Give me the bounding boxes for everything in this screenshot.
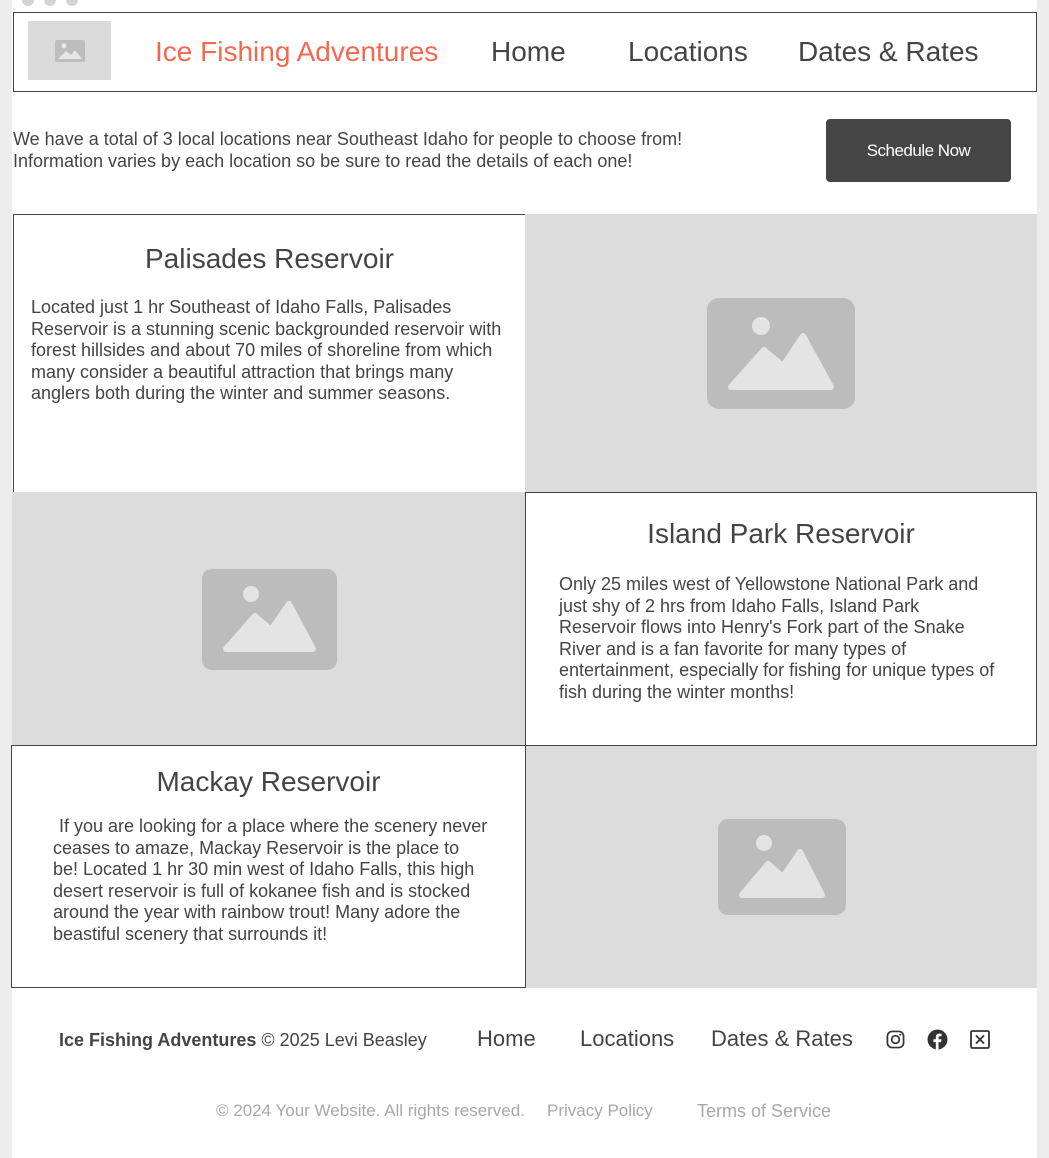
schedule-now-button[interactable]: Schedule Now [826, 119, 1011, 182]
image-icon [717, 819, 846, 915]
location-image-palisades [525, 214, 1037, 493]
location-title: Palisades Reservoir [145, 243, 394, 274]
image-icon [54, 39, 85, 62]
intro-line-2: Information varies by each location so b… [13, 151, 633, 171]
nav-dates-rates[interactable]: Dates & Rates [798, 36, 979, 68]
location-card-palisades: Palisades Reservoir Located just 1 hr So… [13, 214, 526, 493]
location-image-mackay [526, 746, 1037, 988]
nav-locations[interactable]: Locations [628, 36, 748, 68]
image-icon [707, 298, 855, 409]
location-image-island-park [12, 492, 526, 746]
window-dots [22, 0, 78, 6]
location-title: Island Park Reservoir [647, 518, 915, 549]
location-card-mackay: Mackay Reservoir If you are looking for … [11, 745, 526, 988]
location-card-island-park: Island Park Reservoir Only 25 miles west… [525, 492, 1037, 746]
intro-line-1: We have a total of 3 local locations nea… [13, 129, 683, 149]
site-header: Ice Fishing Adventures Home Locations Da… [13, 12, 1037, 92]
intro-text: We have a total of 3 local locations nea… [13, 128, 773, 172]
footer-nav-locations[interactable]: Locations [580, 1026, 674, 1052]
location-description: Located just 1 hr Southeast of Idaho Fal… [31, 297, 502, 403]
privacy-policy-link[interactable]: Privacy Policy [547, 1101, 653, 1121]
image-icon [201, 568, 337, 670]
location-description: If you are looking for a place where the… [53, 816, 488, 944]
terms-of-service-link[interactable]: Terms of Service [697, 1101, 831, 1122]
location-title: Mackay Reservoir [156, 766, 381, 797]
x-icon[interactable] [969, 1028, 991, 1050]
footer-copyright: © 2025 Levi Beasley [261, 1030, 427, 1050]
footer-nav-dates-rates[interactable]: Dates & Rates [711, 1026, 853, 1052]
instagram-icon[interactable] [884, 1028, 906, 1050]
logo-image-placeholder[interactable] [28, 21, 111, 80]
facebook-icon[interactable] [926, 1028, 948, 1050]
footer-brand-name: Ice Fishing Adventures [59, 1030, 257, 1050]
footer-nav-home[interactable]: Home [477, 1026, 536, 1052]
brand-link[interactable]: Ice Fishing Adventures [155, 36, 438, 68]
nav-home[interactable]: Home [491, 36, 566, 68]
location-description: Only 25 miles west of Yellowstone Nation… [559, 574, 995, 702]
footer-rights: © 2024 Your Website. All rights reserved… [216, 1101, 525, 1120]
footer-brand: Ice Fishing Adventures © 2025 Levi Beasl… [59, 1030, 427, 1051]
